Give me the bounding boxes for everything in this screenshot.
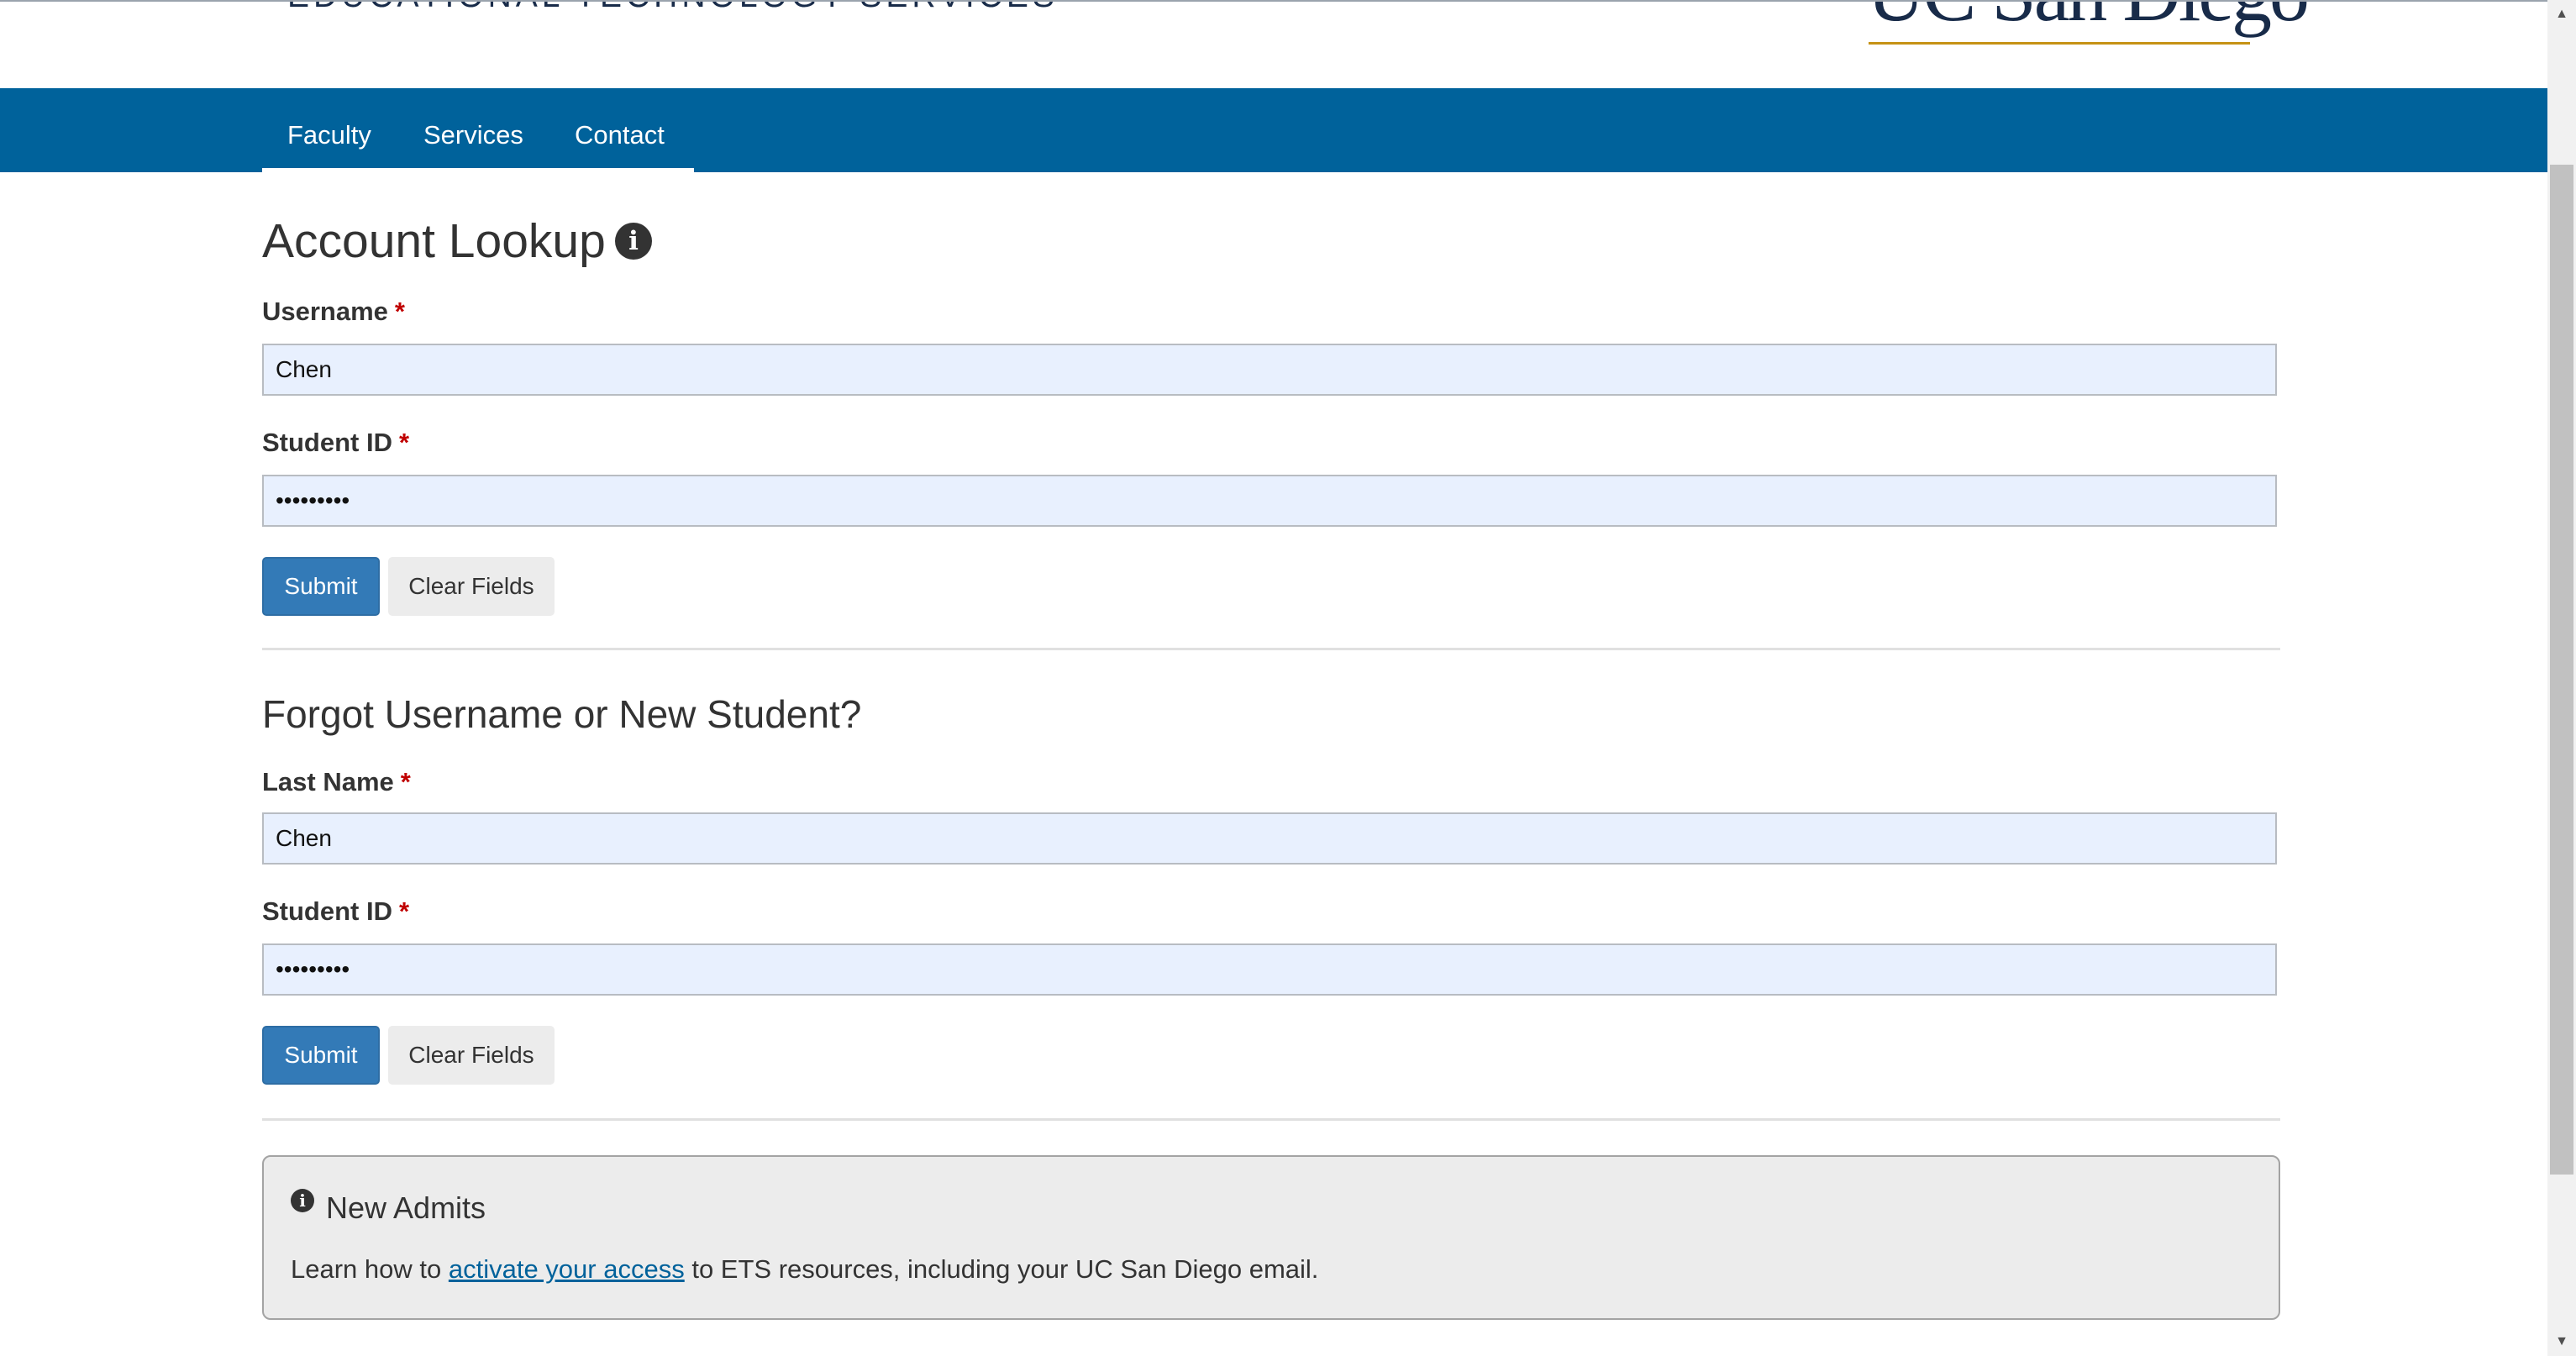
- vertical-scrollbar[interactable]: ▲ ▼: [2547, 0, 2576, 1356]
- section-divider: [262, 1118, 2280, 1121]
- forgot-submit-button[interactable]: Submit: [262, 1026, 380, 1085]
- student-id-input[interactable]: [262, 475, 2277, 527]
- main-navbar: Faculty Services Contact: [0, 88, 2547, 172]
- submit-button[interactable]: Submit: [262, 557, 380, 616]
- forgot-student-id-input[interactable]: [262, 943, 2277, 996]
- notice-text-after: to ETS resources, including your UC San …: [684, 1254, 1319, 1284]
- page-title: Account Lookup: [262, 214, 606, 268]
- notice-text-before: Learn how to: [291, 1254, 449, 1284]
- clear-fields-button[interactable]: Clear Fields: [388, 557, 555, 616]
- scrollbar-thumb[interactable]: [2550, 165, 2573, 1175]
- forgot-clear-fields-button[interactable]: Clear Fields: [388, 1026, 555, 1085]
- logo-underline: [1869, 42, 2250, 45]
- username-label-text: Username: [262, 297, 388, 326]
- notice-title: New Admits: [326, 1190, 486, 1225]
- required-marker: *: [399, 896, 410, 926]
- last-name-label: Last Name *: [262, 767, 411, 797]
- notice-text: Learn how to activate your access to ETS…: [291, 1254, 1318, 1285]
- forgot-section-title: Forgot Username or New Student?: [262, 692, 862, 736]
- new-admits-notice: i New Admits Learn how to activate your …: [262, 1155, 2280, 1320]
- forgot-student-id-label: Student ID *: [262, 896, 409, 927]
- department-name: EDUCATIONAL TECHNOLOGY SERVICES: [287, 2, 1059, 15]
- ucsd-logo[interactable]: UC San Diego: [1867, 2, 2310, 34]
- required-marker: *: [394, 297, 405, 326]
- nav-item-services[interactable]: Services: [423, 120, 523, 150]
- username-label: Username *: [262, 297, 405, 327]
- student-id-label-text: Student ID: [262, 428, 392, 457]
- student-id-label: Student ID *: [262, 428, 409, 458]
- username-input[interactable]: [262, 344, 2277, 396]
- site-header: EDUCATIONAL TECHNOLOGY SERVICES UC San D…: [0, 2, 2547, 88]
- info-circle-icon: i: [291, 1189, 314, 1212]
- last-name-input[interactable]: [262, 812, 2277, 865]
- nav-active-indicator: [262, 168, 694, 172]
- required-marker: *: [399, 428, 410, 457]
- nav-item-contact[interactable]: Contact: [575, 120, 665, 150]
- nav-item-faculty[interactable]: Faculty: [287, 120, 371, 150]
- last-name-label-text: Last Name: [262, 767, 394, 796]
- forgot-student-id-label-text: Student ID: [262, 896, 392, 926]
- scroll-down-arrow-icon[interactable]: ▼: [2547, 1327, 2576, 1356]
- required-marker: *: [400, 767, 411, 796]
- scroll-up-arrow-icon[interactable]: ▲: [2547, 0, 2576, 29]
- activate-access-link[interactable]: activate your access: [449, 1254, 685, 1284]
- section-divider: [262, 648, 2280, 650]
- info-circle-icon[interactable]: i: [615, 223, 652, 260]
